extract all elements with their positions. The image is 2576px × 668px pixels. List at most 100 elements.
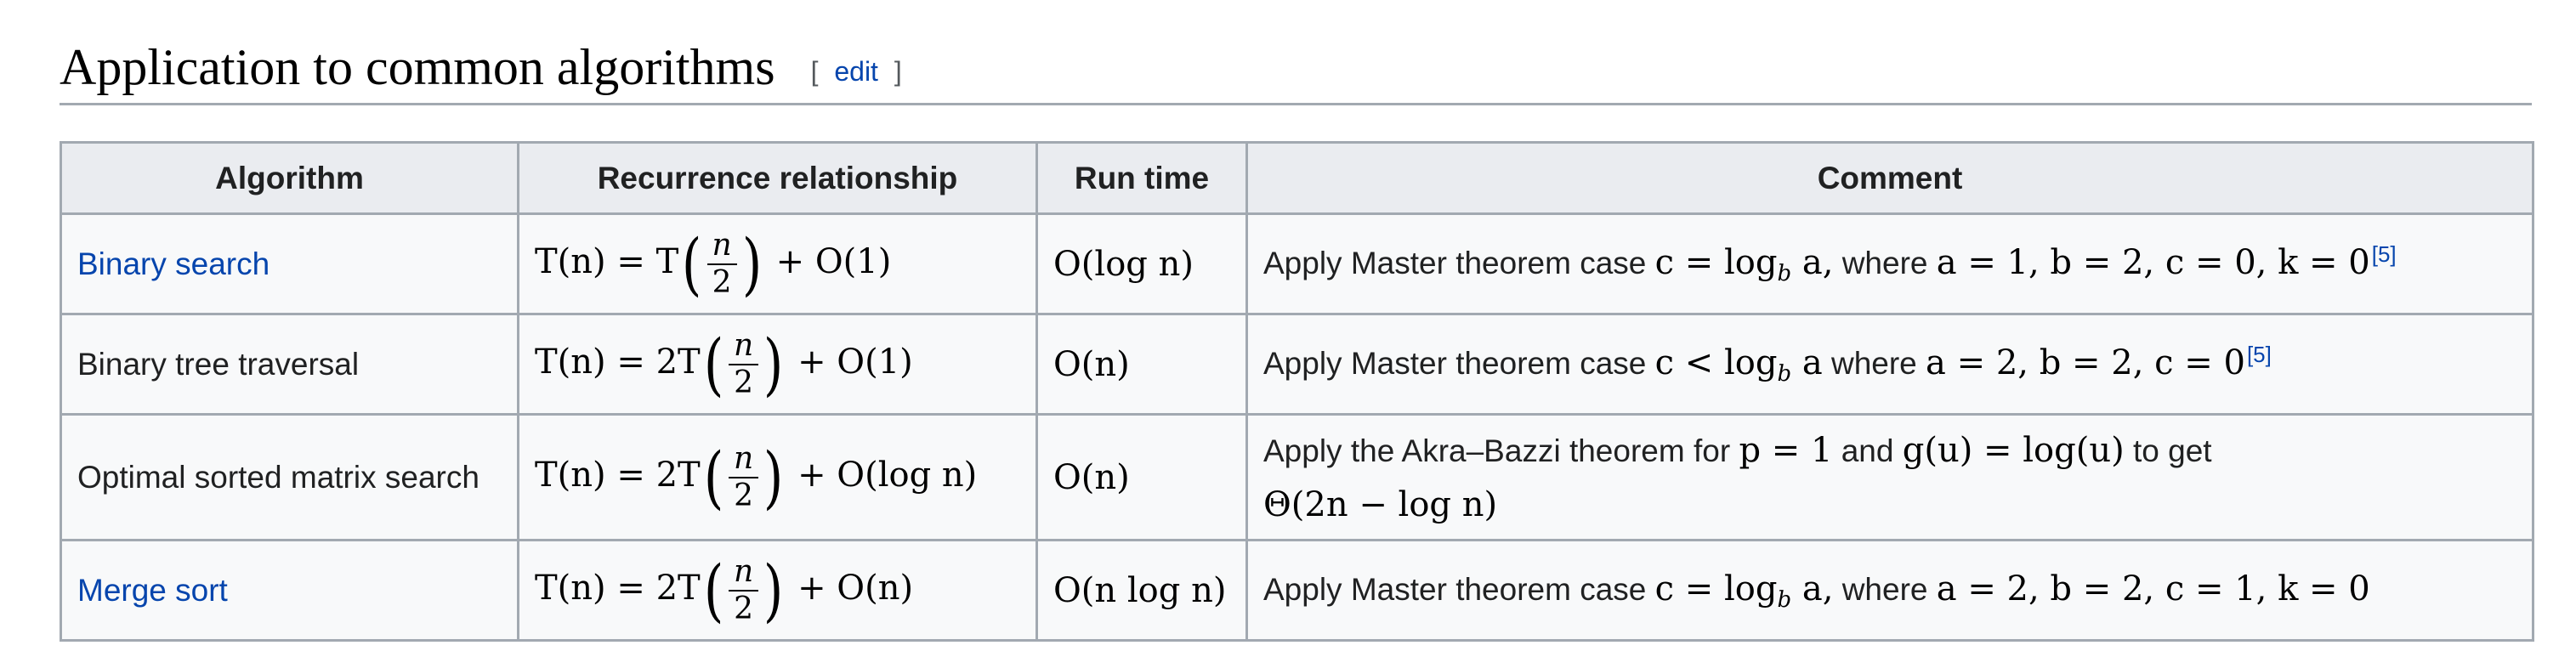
header-comment: Comment	[1245, 141, 2534, 215]
run-time-value: O(n)	[1053, 457, 1130, 497]
algorithm-cell: Optimal sorted matrix search	[60, 413, 519, 541]
comment-prefix: Apply Master theorem case	[1263, 572, 1647, 608]
math-case-text: c = log	[1654, 569, 1778, 609]
recurrence-lhs: T(n) = 2T	[535, 455, 701, 495]
run-time-cell: O(n)	[1036, 413, 1248, 541]
recurrence-lhs: T(n) = 2T	[535, 568, 701, 608]
edit-bracket-close: ]	[894, 56, 902, 87]
paren-open: (	[703, 550, 724, 630]
algorithm-cell: Binary tree traversal	[60, 313, 519, 416]
fraction-denominator: 2	[734, 591, 753, 626]
paren-close: )	[763, 437, 784, 517]
reference-link[interactable]: [5]	[2372, 241, 2397, 267]
recurrence-lhs: T(n) = 2T	[535, 342, 701, 382]
section-title: Application to common algorithms	[60, 39, 775, 95]
comment-math-result: Θ(2n − log n)	[1263, 484, 1498, 524]
recurrence-formula: T(n) = 2T(n 2) + O(n)	[535, 554, 914, 626]
fraction: n2	[728, 554, 759, 626]
math-case-subscript: b	[1777, 261, 1792, 287]
recurrence-rhs: + O(log n)	[797, 455, 978, 495]
fraction-numerator: n	[706, 228, 737, 265]
comment-prefix: Apply Master theorem case	[1263, 346, 1647, 382]
recurrence-cell: T(n) = 2T(n 2) + O(1)	[517, 313, 1038, 416]
reference-note: [5]	[2247, 342, 2272, 367]
paren-close: )	[763, 550, 784, 630]
recurrence-formula: T(n) = 2T(n 2) + O(log n)	[535, 441, 978, 512]
comment-cell: Apply Master theorem case c < logb a whe…	[1245, 313, 2534, 416]
comment-and: and	[1841, 433, 1894, 468]
comment-math-case: c = logb a,	[1654, 569, 1834, 613]
math-case-text: c = log	[1654, 243, 1778, 283]
table-row: Optimal sorted matrix search T(n) = 2T(n…	[60, 413, 2534, 541]
article-section: Application to common algorithms [ edit …	[0, 0, 2576, 668]
comment-math-params: a = 2, b = 2, c = 0	[1926, 343, 2245, 383]
recurrence-formula: T(n) = 2T(n 2) + O(1)	[535, 328, 913, 399]
algorithms-table: Algorithm Recurrence relationship Run ti…	[60, 141, 2534, 642]
run-time-value: O(log n)	[1053, 244, 1194, 284]
algorithm-name: Binary tree traversal	[77, 346, 360, 382]
run-time-cell: O(n)	[1036, 313, 1248, 416]
paren-open: (	[703, 437, 724, 517]
fraction-denominator: 2	[734, 365, 753, 400]
reference-link[interactable]: [5]	[2247, 342, 2272, 367]
fraction-numerator: n	[728, 328, 759, 365]
math-case-text: c < log	[1654, 343, 1778, 383]
fraction: n2	[728, 441, 759, 513]
recurrence-rhs: + O(1)	[797, 342, 913, 382]
recurrence-rhs: + O(1)	[775, 241, 892, 281]
edit-bracket-open: [	[810, 56, 819, 87]
math-case-subscript: b	[1777, 361, 1792, 388]
fraction-denominator: 2	[712, 264, 732, 300]
recurrence-cell: T(n) = 2T(n 2) + O(n)	[517, 539, 1038, 642]
comment-line-1: Apply the Akra–Bazzi theorem for p = 1 a…	[1263, 423, 2516, 478]
fraction-denominator: 2	[734, 478, 753, 513]
comment-math-params: a = 1, b = 2, c = 0, k = 0	[1936, 243, 2370, 283]
recurrence-cell: T(n) = T(n 2) + O(1)	[517, 212, 1038, 315]
algorithm-link-binary-search[interactable]: Binary search	[77, 246, 270, 281]
table-row: Binary tree traversal T(n) = 2T(n 2) + O(…	[60, 313, 2534, 416]
comment-for: for	[1693, 433, 1731, 468]
recurrence-rhs: + O(n)	[797, 568, 914, 608]
table-row: Binary search T(n) = T(n 2) + O(1) O(log …	[60, 212, 2534, 315]
paren-open: (	[703, 324, 724, 404]
table-row: Merge sort T(n) = 2T(n 2) + O(n) O(n log …	[60, 539, 2534, 642]
header-algorithm: Algorithm	[60, 141, 519, 215]
reference-note: [5]	[2372, 241, 2397, 267]
section-heading: Application to common algorithms [ edit …	[60, 25, 2532, 105]
comment-cell: Apply the Akra–Bazzi theorem for p = 1 a…	[1245, 413, 2534, 541]
comment-cell: Apply Master theorem case c = logb a, wh…	[1245, 539, 2534, 642]
header-run-time: Run time	[1036, 141, 1248, 215]
recurrence-cell: T(n) = 2T(n 2) + O(log n)	[517, 413, 1038, 541]
comment-middle: where	[1830, 346, 1917, 382]
algorithm-name: Optimal sorted matrix search	[77, 459, 479, 495]
akra-bazzi-theorem-link[interactable]: Akra–Bazzi theorem	[1402, 433, 1685, 468]
fraction: n2	[706, 228, 737, 300]
comment-prefix: Apply the	[1263, 433, 1395, 468]
run-time-cell: O(n log n)	[1036, 539, 1248, 642]
paren-close: )	[763, 324, 784, 404]
comment-math-p: p = 1	[1739, 430, 1833, 470]
comment-math-case: c < logb a	[1654, 343, 1823, 387]
fraction: n2	[728, 328, 759, 400]
comment-math-params: a = 2, b = 2, c = 1, k = 0	[1936, 569, 2370, 609]
math-case-subscript: b	[1777, 587, 1792, 614]
edit-section: [ edit ]	[811, 56, 902, 88]
algorithm-cell: Merge sort	[60, 539, 519, 642]
comment-line-2: Θ(2n − log n)	[1263, 478, 2516, 532]
table-header-row: Algorithm Recurrence relationship Run ti…	[60, 141, 2534, 215]
comment-math-case: c = logb a,	[1654, 243, 1834, 286]
comment-math-g: g(u) = log(u)	[1902, 430, 2125, 470]
run-time-value: O(n log n)	[1053, 570, 1227, 610]
fraction-numerator: n	[728, 441, 759, 478]
comment-to-get: to get	[2133, 433, 2212, 468]
header-recurrence: Recurrence relationship	[517, 141, 1038, 215]
recurrence-formula: T(n) = T(n 2) + O(1)	[535, 228, 892, 299]
comment-middle: where	[1841, 246, 1928, 281]
run-time-cell: O(log n)	[1036, 212, 1248, 315]
comment-cell: Apply Master theorem case c = logb a, wh…	[1245, 212, 2534, 315]
math-case-tail: a,	[1791, 569, 1834, 609]
edit-section-link[interactable]: edit	[834, 56, 878, 87]
paren-close: )	[741, 224, 763, 303]
algorithm-link-merge-sort[interactable]: Merge sort	[77, 573, 228, 608]
fraction-numerator: n	[728, 554, 759, 592]
